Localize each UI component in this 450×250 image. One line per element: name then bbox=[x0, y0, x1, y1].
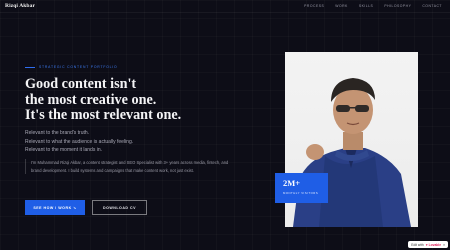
see-how-i-work-button[interactable]: SEE HOW I WORK ↘ bbox=[25, 200, 85, 215]
headline-line-2: the most creative one. bbox=[25, 91, 157, 108]
nav-item-work[interactable]: WORK bbox=[335, 4, 348, 8]
badge-prefix: Edit with bbox=[411, 242, 424, 247]
download-cv-button[interactable]: DOWNLOAD CV bbox=[92, 200, 147, 215]
monthly-visitors-card: 2M+ MONTHLY VISITORS bbox=[275, 173, 328, 203]
badge-close-icon[interactable]: × bbox=[443, 243, 445, 247]
headline-line-3: It's the most relevant one. bbox=[25, 107, 182, 124]
eyebrow-rule bbox=[25, 66, 35, 68]
stat-label: MONTHLY VISITORS bbox=[283, 191, 319, 195]
subtext-line-2: Relevant to what the audience is actuall… bbox=[25, 138, 134, 145]
hero-bio: I'm Muhammad Rizqi Akbar, a content stra… bbox=[25, 159, 230, 174]
edit-with-lovable-badge[interactable]: Edit with ♥ Lovable × bbox=[408, 241, 448, 248]
nav-item-philosophy[interactable]: PHILOSOPHY bbox=[384, 4, 411, 8]
hero-headline: Good content isn't the most creative one… bbox=[25, 76, 225, 124]
lovable-logo: ♥ Lovable bbox=[425, 242, 442, 247]
nav-item-contact[interactable]: CONTACT bbox=[422, 4, 442, 8]
site-logo[interactable]: Rizqi Akbar bbox=[5, 3, 35, 9]
hero-subtext: Relevant to the brand's truth. Relevant … bbox=[25, 129, 133, 155]
nav-divider bbox=[0, 12, 450, 13]
hero-eyebrow: STRATEGIC CONTENT PORTFOLIO bbox=[25, 65, 118, 69]
nav-item-skills[interactable]: SKILLS bbox=[359, 4, 374, 8]
subtext-line-1: Relevant to the brand's truth. bbox=[25, 130, 90, 136]
stat-value: 2M+ bbox=[283, 178, 301, 188]
top-nav: Rizqi Akbar PROCESS WORK SKILLS PHILOSOP… bbox=[0, 0, 450, 12]
eyebrow-text: STRATEGIC CONTENT PORTFOLIO bbox=[39, 65, 118, 69]
page: Rizqi Akbar PROCESS WORK SKILLS PHILOSOP… bbox=[0, 0, 450, 250]
headline-line-1: Good content isn't bbox=[25, 76, 137, 92]
nav-item-process[interactable]: PROCESS bbox=[304, 4, 324, 8]
subtext-line-3: Relevant to the moment it lands in. bbox=[25, 147, 102, 153]
nav-menu: PROCESS WORK SKILLS PHILOSOPHY CONTACT bbox=[304, 4, 442, 8]
